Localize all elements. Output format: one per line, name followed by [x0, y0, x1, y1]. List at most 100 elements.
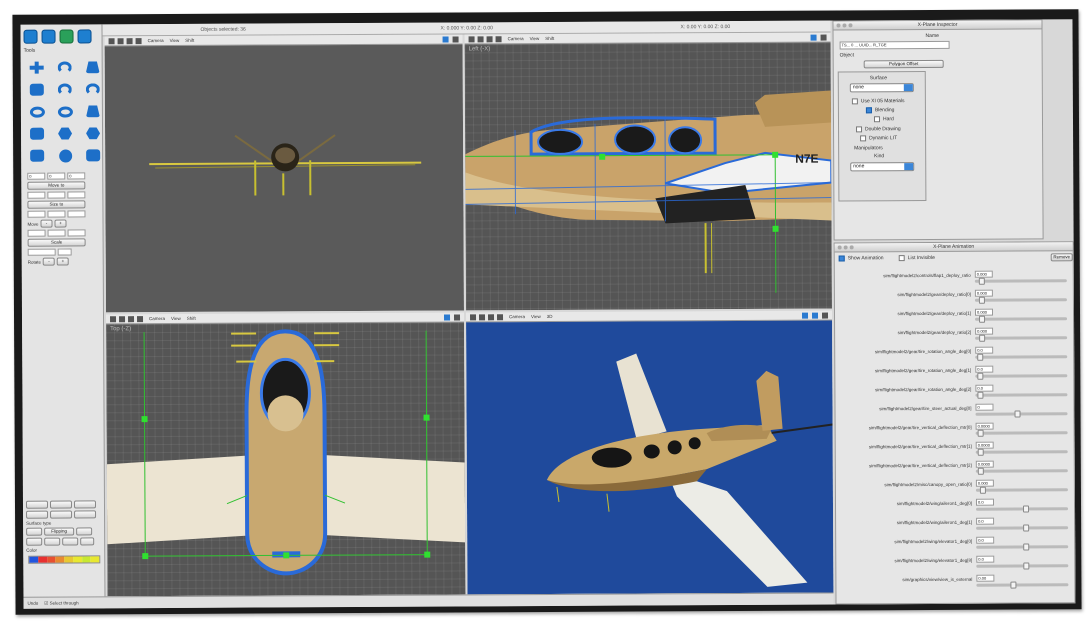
viewport-top[interactable]: Camera View Shift Top (-Z) — [105, 312, 466, 597]
dataref-slider-track[interactable] — [975, 336, 1068, 340]
dataref-value-field[interactable]: 0 — [975, 403, 994, 411]
surface-opt-2[interactable] — [49, 500, 73, 509]
capsule-icon[interactable] — [27, 147, 47, 165]
scale-button[interactable]: Scale — [27, 238, 86, 247]
render-icon[interactable] — [495, 35, 502, 42]
dataref-slider-track[interactable] — [975, 450, 1068, 454]
orbit-icon[interactable] — [487, 313, 495, 320]
polygon-offset-button[interactable]: Polygon Offset — [863, 59, 944, 69]
torus-icon[interactable] — [55, 102, 75, 120]
dataref-slider-track[interactable] — [975, 317, 1068, 321]
heatmap-swatch[interactable] — [81, 556, 91, 563]
maximize-icon[interactable] — [821, 312, 829, 319]
zoom-icon[interactable] — [119, 315, 126, 322]
dataref-value-field[interactable]: 0.0 — [976, 536, 995, 544]
orbit-icon[interactable] — [126, 37, 133, 44]
move-to-button[interactable]: Move to — [27, 181, 86, 190]
remove-button[interactable]: Remove — [1050, 253, 1073, 262]
dataref-value-field[interactable]: 0.0 — [975, 365, 994, 373]
maximize-icon[interactable] — [452, 35, 459, 42]
surface-type-e[interactable] — [62, 537, 79, 546]
arc-icon[interactable] — [83, 80, 103, 98]
plane-icon[interactable] — [27, 125, 47, 143]
pan-icon[interactable] — [110, 315, 117, 322]
dataref-value-field[interactable]: 0.0 — [975, 384, 994, 392]
surface-select[interactable]: none — [849, 83, 914, 93]
camera-menu[interactable]: Camera — [508, 36, 524, 41]
cylinder-icon[interactable] — [55, 80, 75, 98]
rotate-angle-field[interactable] — [57, 248, 72, 256]
pan-icon[interactable] — [469, 313, 477, 320]
dataref-slider-knob[interactable] — [979, 334, 986, 342]
sphere-icon[interactable] — [55, 146, 75, 164]
color-heatmap-bar[interactable] — [28, 555, 101, 564]
size-to-button[interactable]: Size to — [27, 200, 86, 209]
close-icon[interactable] — [837, 245, 842, 250]
surface-type-c[interactable] — [26, 537, 43, 546]
dataref-slider-knob[interactable] — [977, 429, 984, 437]
dataref-slider-track[interactable] — [975, 488, 1068, 492]
dataref-value-field[interactable]: 0.0000 — [975, 460, 994, 468]
dataref-value-field[interactable]: 0.000 — [975, 479, 994, 487]
layers-icon[interactable] — [810, 34, 817, 41]
name-field[interactable]: TS... 0 ... UUID... R_TGE — [839, 40, 950, 50]
dataref-slider-track[interactable] — [976, 583, 1069, 587]
minimize-icon[interactable] — [842, 23, 847, 28]
hexagon-icon[interactable] — [55, 124, 75, 142]
dataref-slider-track[interactable] — [975, 469, 1068, 473]
maximize-icon[interactable] — [453, 313, 461, 320]
layers-icon[interactable] — [443, 314, 451, 321]
scale-x-field[interactable] — [27, 229, 46, 237]
surface-opt-6[interactable] — [74, 510, 97, 519]
dataref-slider-knob[interactable] — [979, 296, 986, 304]
dataref-value-field[interactable]: 0.0000 — [975, 422, 994, 430]
viewport-3d[interactable]: Camera View 3D — [465, 310, 834, 595]
heatmap-swatch[interactable] — [29, 556, 39, 563]
camera-menu[interactable]: Camera — [148, 38, 164, 43]
dataref-slider-knob[interactable] — [1023, 524, 1030, 532]
dataref-value-field[interactable]: 0.000 — [974, 270, 993, 278]
surface-type-a[interactable] — [26, 527, 43, 536]
surface-opt-3[interactable] — [73, 500, 97, 509]
layers-icon[interactable] — [442, 36, 449, 43]
zoom-icon[interactable] — [849, 245, 854, 250]
dataref-slider-knob[interactable] — [1010, 581, 1017, 589]
move-minus-button[interactable]: - — [40, 219, 53, 228]
size-z-field[interactable] — [67, 191, 86, 199]
dataref-slider-knob[interactable] — [1014, 410, 1021, 418]
zoom-icon[interactable] — [117, 37, 124, 44]
dataref-slider-track[interactable] — [975, 412, 1068, 416]
dataref-slider-knob[interactable] — [1023, 543, 1030, 551]
dataref-slider-track[interactable] — [975, 431, 1068, 435]
heatmap-swatch[interactable] — [46, 556, 56, 563]
rotate-plus-button[interactable]: + — [56, 257, 70, 266]
move-icon[interactable] — [27, 59, 47, 77]
dataref-slider-knob[interactable] — [980, 486, 987, 494]
extrude-icon[interactable] — [83, 58, 103, 76]
object-tool-icon[interactable] — [77, 29, 92, 44]
dataref-slider-knob[interactable] — [976, 353, 983, 361]
camera-menu[interactable]: Camera — [149, 316, 165, 321]
dataref-slider-track[interactable] — [976, 545, 1069, 549]
dataref-value-field[interactable]: 0.0 — [975, 498, 995, 506]
view-menu[interactable]: View — [171, 316, 181, 321]
dataref-value-field[interactable]: 0.000 — [975, 327, 994, 335]
move-z-field[interactable] — [67, 210, 86, 218]
camera-menu[interactable]: Camera — [509, 314, 525, 319]
scale-y-field[interactable] — [47, 229, 66, 237]
flipping-button[interactable]: Flipping — [44, 527, 75, 536]
move-plus-button[interactable]: + — [54, 219, 67, 228]
select-through-checkbox[interactable]: ☑ Select through — [44, 600, 78, 606]
list-invisible-checkbox[interactable]: List Invisible — [898, 255, 935, 262]
shift-menu[interactable]: Shift — [185, 38, 194, 43]
dataref-slider-track[interactable] — [975, 393, 1068, 397]
size-y-field[interactable] — [47, 191, 66, 199]
kind-select[interactable]: none — [850, 162, 915, 172]
surface-opt-1[interactable] — [25, 500, 49, 509]
viewport-left-canvas[interactable]: Left (-X) N7E — [464, 42, 832, 311]
rotate-minus-button[interactable]: - — [42, 257, 56, 266]
viewport-top-canvas[interactable]: Top (-Z) — [106, 322, 466, 597]
orbit-icon[interactable] — [486, 35, 493, 42]
dataref-slider-knob[interactable] — [977, 391, 984, 399]
shift-menu[interactable]: Shift — [187, 316, 196, 321]
